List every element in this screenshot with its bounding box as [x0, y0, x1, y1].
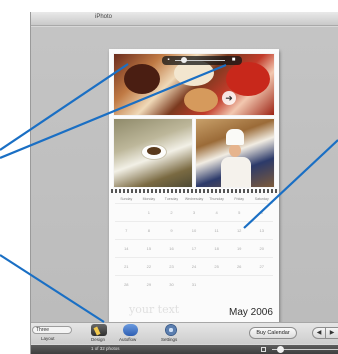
week-row: 14 15 16 17 18 19 20 [115, 239, 273, 257]
chef-body [221, 157, 251, 187]
day-cell[interactable]: 22 [138, 258, 161, 275]
buy-calendar-button[interactable]: Buy Calendar [249, 327, 297, 339]
autoflow-icon[interactable] [123, 324, 138, 336]
day-cell[interactable]: 27 [250, 258, 273, 275]
week-row: 28 29 30 31 [115, 275, 273, 293]
chef-hat [226, 129, 244, 145]
day-cell[interactable]: 3 [183, 204, 206, 221]
day-cell[interactable]: 30 [160, 276, 183, 293]
photo-zoom-knob[interactable] [181, 57, 187, 63]
day-cell[interactable]: 29 [138, 276, 161, 293]
day-name: Sunday [120, 197, 133, 201]
day-cell[interactable]: 20 [250, 240, 273, 257]
day-cell[interactable]: 6 [250, 204, 273, 221]
day-cell[interactable]: 11 [205, 222, 228, 239]
day-cell[interactable]: 24 [183, 258, 206, 275]
autoflow-label: Autoflow [119, 337, 137, 342]
screenshot: iPhoto ▪ ■ ➜ Sunday Monday Tuesday Wedne… [0, 0, 338, 354]
photo-small-icon: ▪ [167, 57, 170, 63]
day-cell[interactable]: 15 [138, 240, 161, 257]
day-cell[interactable]: 19 [228, 240, 251, 257]
photo-chef[interactable] [195, 118, 275, 188]
day-cell[interactable]: 26 [228, 258, 251, 275]
photo-count: 1 of 32 photos [91, 346, 120, 351]
pastry-tart [184, 88, 218, 112]
month-title: May 2006 [229, 307, 273, 318]
day-cell[interactable] [115, 204, 138, 221]
settings-icon[interactable] [165, 324, 177, 336]
calendar-binding [111, 189, 277, 193]
bottom-toolbar: Three Layout Design Autoflow Settings Bu… [31, 322, 338, 344]
photo-desserts[interactable]: ▪ ■ ➜ [113, 53, 275, 116]
iphoto-window: iPhoto ▪ ■ ➜ Sunday Monday Tuesday Wedne… [30, 12, 338, 354]
photo-zoom-slider[interactable]: ▪ ■ [162, 56, 242, 65]
day-cell[interactable] [205, 276, 228, 293]
pastry-strawberry [226, 62, 270, 96]
day-cell[interactable]: 2 [160, 204, 183, 221]
text-placeholder[interactable]: your text [129, 303, 179, 316]
day-cell[interactable]: 18 [205, 240, 228, 257]
day-cell[interactable]: 8 [138, 222, 161, 239]
week-row: 1 2 3 4 5 6 [115, 203, 273, 221]
day-cell[interactable] [250, 276, 273, 293]
day-cell[interactable]: 25 [205, 258, 228, 275]
day-name: Tuesday [164, 197, 179, 201]
calendar-grid: Sunday Monday Tuesday Wednesday Thursday… [115, 197, 273, 293]
zoom-out-icon[interactable] [261, 347, 266, 352]
coffee [147, 147, 161, 155]
day-name: Monday [142, 197, 156, 201]
design-icon[interactable] [91, 324, 107, 336]
day-cell[interactable]: 5 [228, 204, 251, 221]
day-name: Friday [234, 197, 245, 201]
previous-page-button[interactable]: ◀ [312, 327, 326, 339]
day-cell[interactable] [228, 276, 251, 293]
day-cell[interactable]: 7 [115, 222, 138, 239]
day-cell[interactable]: 14 [115, 240, 138, 257]
photo-coffee[interactable] [113, 118, 193, 188]
day-cell[interactable]: 1 [138, 204, 161, 221]
day-cell[interactable]: 23 [160, 258, 183, 275]
window-titlebar[interactable]: iPhoto [31, 12, 338, 26]
day-cell[interactable]: 9 [160, 222, 183, 239]
day-name: Wednesday [184, 197, 204, 201]
day-cell[interactable]: 17 [183, 240, 206, 257]
layout-select[interactable]: Three [32, 326, 72, 334]
calendar-page: ▪ ■ ➜ Sunday Monday Tuesday Wednesday Th… [109, 49, 279, 332]
status-bar: 1 of 32 photos [31, 345, 338, 354]
day-cell[interactable]: 16 [160, 240, 183, 257]
next-page-button[interactable]: ▶ [326, 327, 338, 339]
day-cell[interactable]: 31 [183, 276, 206, 293]
next-arrow-icon[interactable]: ➜ [222, 91, 236, 105]
chef-face [229, 144, 241, 157]
day-name: Saturday [254, 197, 269, 201]
day-name: Thursday [209, 197, 224, 201]
week-row: 21 22 23 24 25 26 27 [115, 257, 273, 275]
day-cell[interactable]: 28 [115, 276, 138, 293]
week-row: 7 8 9 10 11 12 13 [115, 221, 273, 239]
day-cell[interactable]: 21 [115, 258, 138, 275]
day-name-row: Sunday Monday Tuesday Wednesday Thursday… [115, 197, 273, 203]
window-title: iPhoto [95, 14, 113, 20]
design-label: Design [91, 337, 106, 342]
day-cell[interactable]: 12 [228, 222, 251, 239]
photo-large-icon: ■ [231, 57, 236, 63]
layout-label: Layout [41, 336, 55, 341]
day-cell[interactable]: 13 [250, 222, 273, 239]
day-cell[interactable]: 10 [183, 222, 206, 239]
calendar-canvas: ▪ ■ ➜ Sunday Monday Tuesday Wednesday Th… [31, 27, 338, 332]
settings-label: Settings [161, 337, 178, 342]
day-cell[interactable]: 4 [205, 204, 228, 221]
pastry-chocolate [124, 64, 160, 94]
zoom-slider-knob[interactable] [277, 346, 284, 353]
